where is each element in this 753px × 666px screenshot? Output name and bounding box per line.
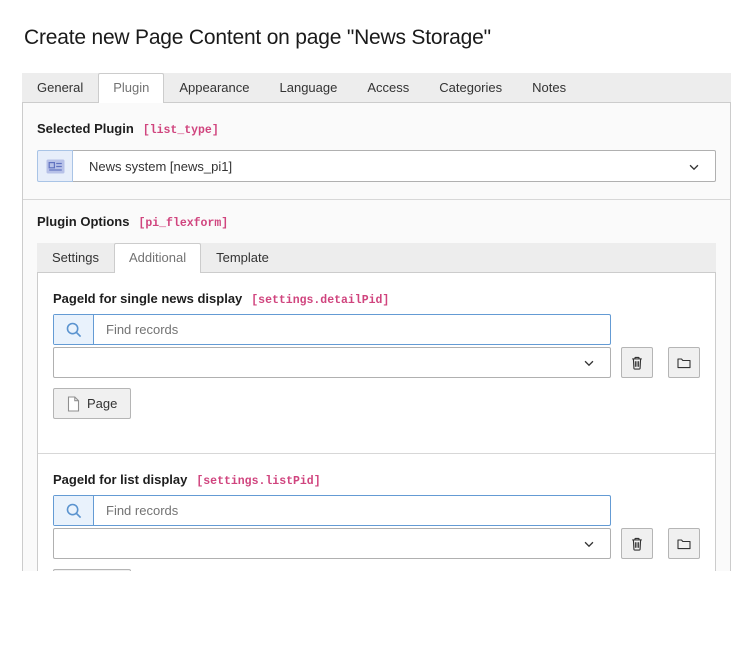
plugin-options-tab-bar: Settings Additional Template bbox=[37, 243, 716, 272]
plugin-icon-addon bbox=[37, 150, 73, 182]
page-button[interactable]: Page bbox=[53, 569, 131, 571]
search-icon bbox=[65, 321, 83, 339]
list-pid-field-code: [settings.listPid] bbox=[196, 475, 320, 488]
trash-icon bbox=[629, 355, 645, 371]
tab-additional[interactable]: Additional bbox=[114, 243, 201, 273]
chevron-down-icon bbox=[687, 160, 701, 174]
detail-pid-search bbox=[53, 314, 611, 345]
browse-records-button[interactable] bbox=[668, 528, 700, 559]
plugin-options-section: Plugin Options [pi_flexform] Settings Ad… bbox=[23, 200, 730, 571]
detail-pid-field: PageId for single news display [settings… bbox=[38, 273, 715, 453]
folder-icon bbox=[676, 536, 692, 552]
list-pid-search bbox=[53, 495, 611, 526]
remove-selected-button[interactable] bbox=[621, 528, 653, 559]
tab-notes[interactable]: Notes bbox=[517, 73, 581, 102]
detail-pid-select[interactable] bbox=[53, 347, 611, 378]
plugin-type-value: News system [news_pi1] bbox=[89, 159, 232, 174]
trash-icon bbox=[629, 536, 645, 552]
list-pid-select[interactable] bbox=[53, 528, 611, 559]
search-input[interactable] bbox=[94, 496, 610, 525]
main-tab-bar: General Plugin Appearance Language Acces… bbox=[22, 73, 731, 102]
additional-tab-panel: PageId for single news display [settings… bbox=[37, 272, 716, 571]
selected-plugin-field-code: [list_type] bbox=[143, 124, 219, 137]
browse-records-button[interactable] bbox=[668, 347, 700, 378]
newspaper-icon bbox=[46, 159, 65, 174]
tab-template[interactable]: Template bbox=[201, 243, 284, 272]
page-button-label: Page bbox=[87, 396, 117, 411]
remove-selected-button[interactable] bbox=[621, 347, 653, 378]
detail-pid-field-code: [settings.detailPid] bbox=[251, 294, 389, 307]
detail-pid-select-row bbox=[53, 347, 700, 378]
tab-plugin[interactable]: Plugin bbox=[98, 73, 164, 103]
detail-pid-label: PageId for single news display bbox=[53, 291, 242, 306]
tab-categories[interactable]: Categories bbox=[424, 73, 517, 102]
page-button[interactable]: Page bbox=[53, 388, 131, 419]
page-title: Create new Page Content on page "News St… bbox=[24, 26, 731, 50]
list-pid-field: PageId for list display [settings.listPi… bbox=[38, 454, 715, 571]
search-addon bbox=[54, 496, 94, 525]
search-icon bbox=[65, 502, 83, 520]
selected-plugin-section: Selected Plugin [list_type] News system … bbox=[23, 103, 730, 199]
tab-settings[interactable]: Settings bbox=[37, 243, 114, 272]
page-icon bbox=[67, 396, 80, 412]
tab-general[interactable]: General bbox=[22, 73, 98, 102]
plugin-options-field-code: [pi_flexform] bbox=[138, 217, 228, 230]
selected-plugin-label: Selected Plugin bbox=[37, 121, 134, 136]
tab-access[interactable]: Access bbox=[352, 73, 424, 102]
chevron-down-icon bbox=[582, 537, 596, 551]
plugin-options-label: Plugin Options bbox=[37, 214, 129, 229]
plugin-type-select[interactable]: News system [news_pi1] bbox=[73, 150, 716, 182]
tab-appearance[interactable]: Appearance bbox=[164, 73, 264, 102]
search-input[interactable] bbox=[94, 315, 610, 344]
chevron-down-icon bbox=[582, 356, 596, 370]
form-area: General Plugin Appearance Language Acces… bbox=[22, 73, 731, 571]
tab-language[interactable]: Language bbox=[265, 73, 353, 102]
list-pid-select-row bbox=[53, 528, 700, 559]
selected-plugin-field: News system [news_pi1] bbox=[37, 150, 716, 182]
plugin-tab-panel: Selected Plugin [list_type] News system … bbox=[22, 102, 731, 571]
folder-icon bbox=[676, 355, 692, 371]
list-pid-label: PageId for list display bbox=[53, 472, 187, 487]
search-addon bbox=[54, 315, 94, 344]
